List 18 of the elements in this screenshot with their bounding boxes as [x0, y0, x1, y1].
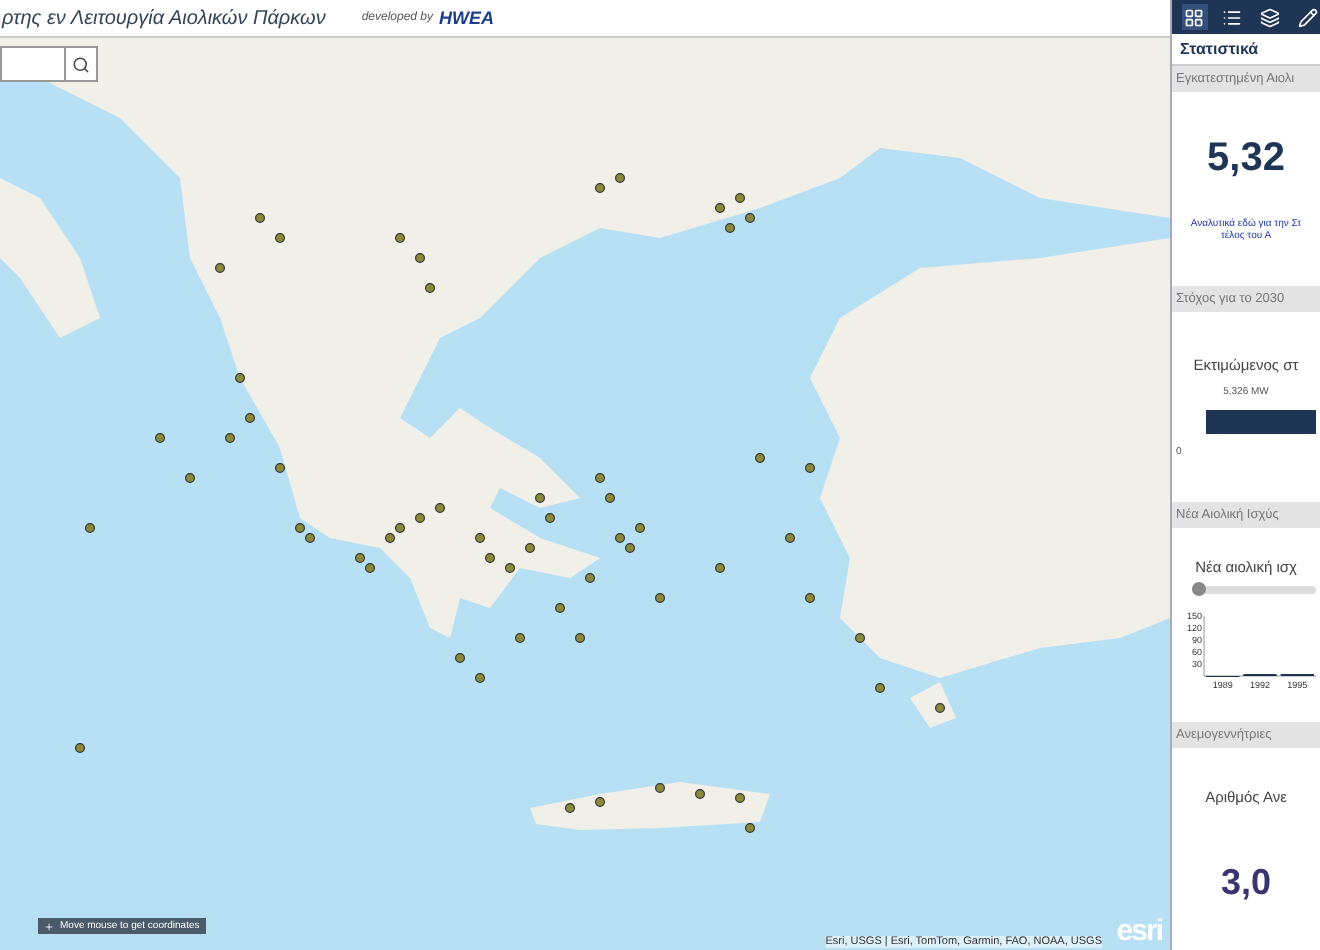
- y-axis: [1203, 615, 1205, 677]
- app-title: ρτης εν Λειτουργία Αιολικών Πάρκων: [2, 7, 326, 29]
- esri-logo: esri: [1116, 914, 1162, 948]
- toolbar-button[interactable]: [1182, 4, 1208, 30]
- grid-icon: [1184, 7, 1205, 27]
- brand-logo: HWEA: [439, 8, 495, 28]
- slider-thumb[interactable]: [1192, 582, 1206, 596]
- toolbar-button[interactable]: [1294, 4, 1320, 30]
- search-icon: [72, 55, 90, 73]
- plus-icon: [44, 921, 54, 931]
- stat-value: 5,32: [1207, 136, 1285, 182]
- toolbar-button[interactable]: [1257, 4, 1283, 30]
- stat-value: 3,0: [1220, 862, 1272, 904]
- search-field[interactable]: [0, 46, 98, 82]
- layers-icon: [1259, 7, 1280, 27]
- pencil-icon: [1297, 7, 1318, 27]
- x-axis: [1203, 675, 1316, 677]
- list-icon: [1222, 7, 1243, 27]
